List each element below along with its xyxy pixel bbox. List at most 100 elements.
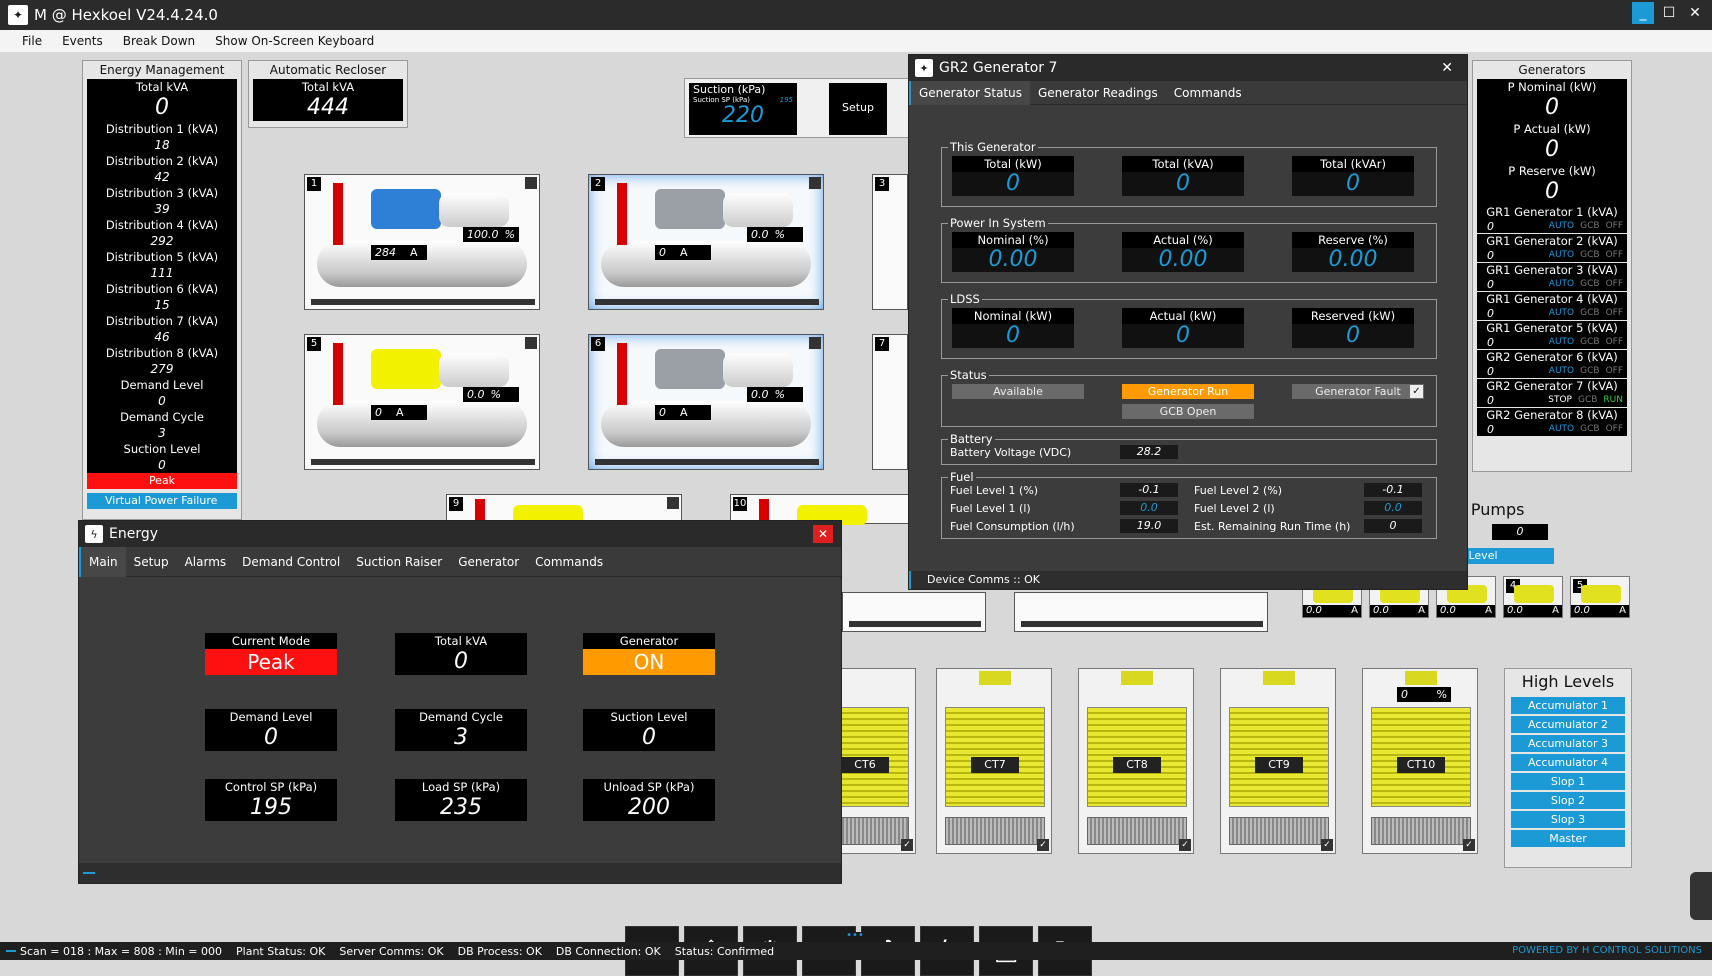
high-level-item[interactable]: Slop 3 xyxy=(1511,811,1625,828)
tab-main[interactable]: Main xyxy=(79,546,126,577)
ct-check-icon[interactable]: ✓ xyxy=(1037,839,1049,851)
toolbar-handle[interactable]: ••• xyxy=(824,931,886,942)
fuel-group: Fuel Fuel Level 1 (%) -0.1 Fuel Level 2 … xyxy=(941,470,1437,539)
unload-sp-value[interactable]: 200 xyxy=(583,795,715,821)
em-row-value: 15 xyxy=(87,297,237,313)
maximize-button[interactable]: ☐ xyxy=(1658,2,1680,24)
ct-tank[interactable]: CT6 ✓ xyxy=(830,668,916,854)
p-actual-label: P Actual (kW) xyxy=(1477,121,1627,137)
pump-amps: 0.0 A xyxy=(1303,605,1361,617)
this-generator-title: This Generator xyxy=(948,140,1038,154)
window-title: M @ Hexkoel V24.4.24.0 xyxy=(34,6,218,24)
compressor-card[interactable] xyxy=(1014,592,1268,632)
menu-keyboard[interactable]: Show On-Screen Keyboard xyxy=(205,34,384,48)
compressor-amps-value: 0 xyxy=(659,246,666,259)
ct-check-icon[interactable]: ✓ xyxy=(1463,839,1475,851)
ldss-group: LDSS Nominal (kW) 0 Actual (kW) 0 Reserved (… xyxy=(941,292,1437,359)
compressor-card[interactable]: 2 0.0% 0 A xyxy=(588,174,824,310)
generator-row-value: 0 xyxy=(1487,335,1494,349)
available-indicator: Available xyxy=(952,384,1084,399)
ct-tank[interactable]: CT9 ✓ xyxy=(1220,668,1336,854)
generator-dialog-close-icon[interactable]: ✕ xyxy=(1441,60,1453,76)
high-level-item[interactable]: Slop 2 xyxy=(1511,792,1625,809)
generator-row[interactable]: GR1 Generator 4 (kVA) 0 AUTO GCB OFF xyxy=(1477,292,1627,321)
compressor-capacity-value: 100.0 xyxy=(467,228,499,241)
em-row-value: 0 xyxy=(87,393,237,409)
title-bar: ✦ M @ Hexkoel V24.4.24.0 _ ☐ ✕ xyxy=(0,0,1712,30)
compressor-number: 9 xyxy=(449,497,463,511)
pump-amps: 0.0 A xyxy=(1437,605,1495,617)
compressor-card[interactable]: 5 0.0% 0 A xyxy=(304,334,540,470)
tab-demand-control[interactable]: Demand Control xyxy=(234,547,348,577)
em-row-value: 279 xyxy=(87,361,237,377)
ct-tank[interactable]: CT7 ✓ xyxy=(936,668,1052,854)
pipe-shape xyxy=(333,183,343,245)
compressor-card[interactable]: 1 100.0% 284 A xyxy=(304,174,540,310)
tab-commands[interactable]: Commands xyxy=(527,547,611,577)
generator-row-value: 0 xyxy=(1487,306,1494,320)
tab-setup[interactable]: Setup xyxy=(126,547,177,577)
ct-check-icon[interactable]: ✓ xyxy=(1179,839,1191,851)
setup-button[interactable]: Setup xyxy=(829,83,887,135)
high-level-item[interactable]: Accumulator 4 xyxy=(1511,754,1625,771)
minimize-button[interactable]: _ xyxy=(1632,2,1654,24)
compressor-card[interactable]: 7 xyxy=(872,334,908,470)
ct-base xyxy=(831,817,909,845)
high-level-item[interactable]: Accumulator 1 xyxy=(1511,697,1625,714)
tab-alarms[interactable]: Alarms xyxy=(177,547,235,577)
generator-row[interactable]: GR1 Generator 1 (kVA) 0 AUTO GCB OFF xyxy=(1477,205,1627,234)
generator-row[interactable]: GR1 Generator 5 (kVA) 0 AUTO GCB OFF xyxy=(1477,321,1627,350)
high-level-item[interactable]: Master xyxy=(1511,830,1625,847)
energy-dialog-title: Energy xyxy=(109,526,159,542)
fault-checkbox[interactable]: ✓ xyxy=(1410,385,1423,398)
ct-check-icon[interactable]: ✓ xyxy=(901,839,913,851)
em-row-value: 46 xyxy=(87,329,237,345)
fuel-level-1-pct-value: -0.1 xyxy=(1120,483,1178,497)
pump-card[interactable]: 4 0.0 A xyxy=(1503,576,1563,618)
generator-gcb: GCB xyxy=(1580,337,1600,347)
generator-row[interactable]: GR2 Generator 6 (kVA) 0 AUTO GCB OFF xyxy=(1477,350,1627,379)
generator-row-status: 0 AUTO GCB OFF xyxy=(1477,422,1627,436)
virtual-power-failure-button[interactable]: Virtual Power Failure xyxy=(87,493,237,509)
close-button[interactable]: ✕ xyxy=(1684,2,1706,24)
compressor-number: 10 xyxy=(733,497,747,511)
high-level-item[interactable]: Accumulator 2 xyxy=(1511,716,1625,733)
tab-generator-readings[interactable]: Generator Readings xyxy=(1030,81,1166,105)
load-sp-value[interactable]: 235 xyxy=(395,795,527,821)
side-tab-handle[interactable] xyxy=(1690,872,1712,920)
control-sp-value[interactable]: 195 xyxy=(205,795,337,821)
generator-row[interactable]: GR2 Generator 8 (kVA) 0 AUTO GCB OFF xyxy=(1477,408,1627,437)
tab-generator[interactable]: Generator xyxy=(450,547,527,577)
ldss-value: 0 xyxy=(952,324,1074,348)
status-group: Status Available Generator Run Generator… xyxy=(941,368,1437,427)
ct-check-icon[interactable]: ✓ xyxy=(1321,839,1333,851)
generator-state-value: ON xyxy=(583,649,715,675)
generator-row[interactable]: GR1 Generator 3 (kVA) 0 AUTO GCB OFF xyxy=(1477,263,1627,292)
pump-card[interactable]: 5 0.0 A xyxy=(1570,576,1630,618)
compressor-card[interactable] xyxy=(842,592,986,632)
energy-dialog-close-icon[interactable]: ✕ xyxy=(813,525,833,543)
compressor-capacity-unit: % xyxy=(774,388,785,401)
em-row-value: 42 xyxy=(87,169,237,185)
ct-tank[interactable]: CT10 ✓ 0% xyxy=(1362,668,1478,854)
ct-base xyxy=(1087,817,1187,845)
app-logo-icon: ✦ xyxy=(8,5,28,25)
pumps-level-button[interactable]: g Level xyxy=(1456,548,1554,564)
menu-file[interactable]: File xyxy=(12,34,52,48)
tab-generator-status[interactable]: Generator Status xyxy=(909,80,1030,105)
generator-row[interactable]: GR2 Generator 7 (kVA) 0 STOP GCB RUN xyxy=(1477,379,1627,408)
generator-row[interactable]: GR1 Generator 2 (kVA) 0 AUTO GCB OFF xyxy=(1477,234,1627,263)
high-level-item[interactable]: Slop 1 xyxy=(1511,773,1625,790)
menu-events[interactable]: Events xyxy=(52,34,113,48)
compressor-card[interactable]: 6 0.0% 0 A xyxy=(588,334,824,470)
tab-suction-raiser[interactable]: Suction Raiser xyxy=(348,547,450,577)
tab-generator-commands[interactable]: Commands xyxy=(1166,81,1250,105)
this_gen-label: Total (kVA) xyxy=(1122,156,1244,172)
menu-bar: File Events Break Down Show On-Screen Ke… xyxy=(0,30,1712,52)
generator-gcb: GCB xyxy=(1580,308,1600,318)
recloser-panel: Automatic Recloser Total kVA 444 xyxy=(248,60,408,128)
menu-break-down[interactable]: Break Down xyxy=(113,34,205,48)
ct-tank[interactable]: CT8 ✓ xyxy=(1078,668,1194,854)
compressor-card[interactable]: 3 xyxy=(872,174,908,310)
high-level-item[interactable]: Accumulator 3 xyxy=(1511,735,1625,752)
